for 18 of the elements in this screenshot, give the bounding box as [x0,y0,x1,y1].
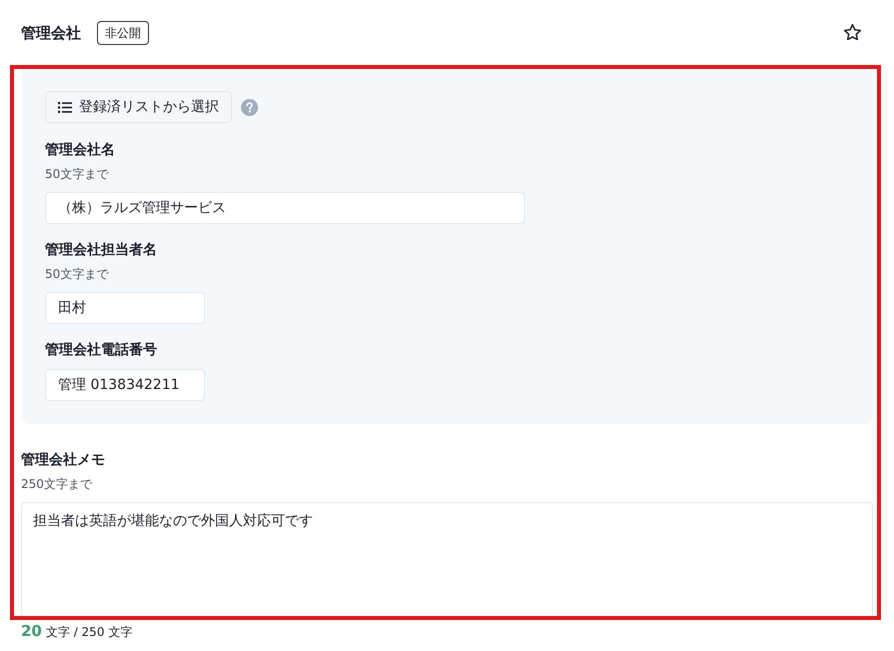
memo-textarea[interactable]: 担当者は英語が堪能なので外国人対応可です [21,502,873,619]
input-field[interactable]: 田村 [45,292,205,324]
field-label: 管理会社担当者名 [45,241,157,260]
field-label: 管理会社電話番号 [45,341,157,360]
input-field[interactable]: （株）ラルズ管理サービス [45,192,525,224]
section-title: 管理会社 [21,24,81,42]
character-count: 20 [21,622,42,640]
input-field[interactable]: 管理 0138342211 [45,369,205,401]
select-from-list-button[interactable]: 登録済リストから選択 [45,91,232,123]
star-icon[interactable] [844,24,861,40]
character-limit-text: 文字 / 250 文字 [46,624,132,641]
visibility-badge: 非公開 [97,21,149,45]
field-hint: 50文字まで [45,166,108,182]
field-label: 管理会社名 [45,141,115,160]
field-hint: 50文字まで [45,266,108,282]
list-icon [58,102,72,112]
field-hint: 250文字まで [21,476,92,492]
field-label: 管理会社メモ [21,451,105,470]
